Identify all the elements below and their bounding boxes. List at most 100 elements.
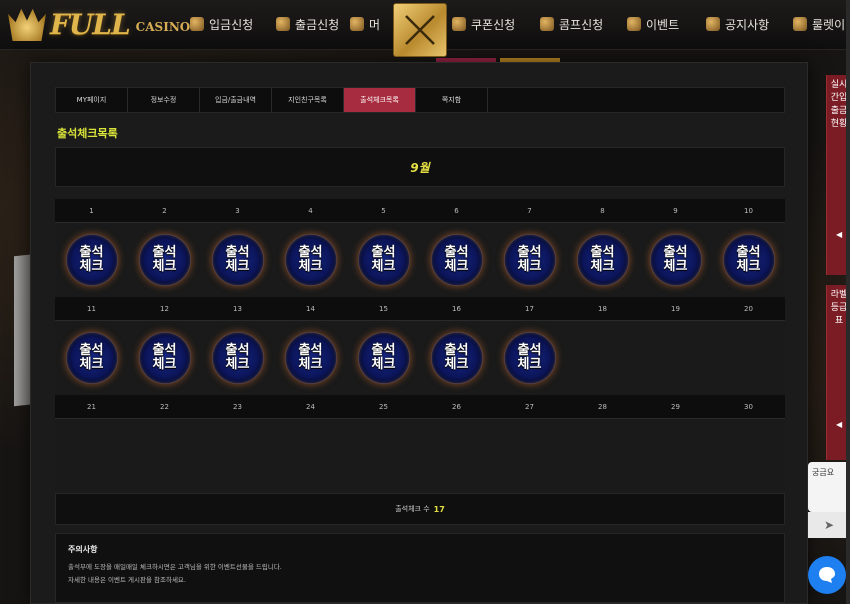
attendance-stamp-icon: 출석체크	[357, 332, 410, 384]
notice-icon	[706, 17, 720, 31]
attendance-stamp-icon: 출석체크	[284, 234, 337, 286]
calendar-day-cell: 출석체크	[493, 223, 566, 297]
tab-2[interactable]: 입금/출금내역	[200, 88, 272, 112]
calendar-day-cell: 출석체크	[347, 321, 420, 395]
calendar-stamp-row	[55, 419, 785, 489]
money-icon	[350, 17, 364, 31]
chat-launcher-button[interactable]	[808, 556, 846, 594]
tab-1[interactable]: 정보수정	[128, 88, 200, 112]
calendar-day-number: 17	[493, 297, 566, 321]
calendar-day-cell: 출석체크	[201, 223, 274, 297]
calendar-day-cell	[639, 321, 712, 395]
nav-item-3[interactable]: 쿠폰신청	[452, 0, 515, 48]
mypage-panel: MY페이지 정보수정 입금/출금내역 지인친구목록 출석체크목록 쪽지함 출석체크목록 9…	[30, 62, 808, 604]
calendar-day-number: 23	[201, 395, 274, 419]
calendar-day-number: 20	[712, 297, 785, 321]
attendance-stamp-label: 출석체크	[371, 245, 396, 274]
nav-item-4[interactable]: 콤프신청	[540, 0, 603, 48]
attendance-stamp-label: 출석체크	[225, 245, 250, 274]
nav-item-0[interactable]: 입금신청	[190, 0, 253, 48]
nav-item-7[interactable]: 룰렛이벤트	[793, 0, 850, 48]
nav-item-1[interactable]: 출금신청	[276, 0, 339, 48]
attendance-stamp-icon: 출석체크	[211, 332, 264, 384]
tab-4[interactable]: 출석체크목록	[344, 88, 416, 112]
attendance-stamp-label: 출석체크	[79, 343, 104, 372]
tab-3[interactable]: 지인친구목록	[272, 88, 344, 112]
calendar-day-row: 11 12 13 14 15 16 17 18 19 20	[55, 297, 785, 321]
side-banner-arrow-icon: ◀	[836, 230, 843, 239]
calendar-day-cell: 출석체크	[201, 321, 274, 395]
calendar-day-cell: 출석체크	[128, 223, 201, 297]
attendance-stamp-label: 출석체크	[298, 245, 323, 274]
chat-preview-text: 궁금요	[812, 468, 835, 477]
attendance-stamp-label: 출석체크	[444, 245, 469, 274]
calendar-day-row: 21 22 23 24 25 26 27 28 29 30	[55, 395, 785, 419]
attendance-stamp-icon: 출석체크	[211, 234, 264, 286]
deposit-icon	[190, 17, 204, 31]
calendar-day-cell	[347, 419, 420, 489]
calendar-day-cell: 출석체크	[55, 321, 128, 395]
calendar-day-number: 19	[639, 297, 712, 321]
coupon-icon	[452, 17, 466, 31]
attendance-stamp-icon: 출석체크	[649, 234, 702, 286]
attendance-stamp-icon: 출석체크	[65, 332, 118, 384]
logo-text: FULL	[50, 7, 131, 41]
site-logo[interactable]: FULL CASINO	[8, 7, 190, 41]
calendar-stamp-row: 출석체크 출석체크 출석체크 출석체크 출석체크 출석체크 출석체크	[55, 321, 785, 395]
calendar-day-number: 6	[420, 199, 493, 223]
calendar-day-number: 4	[274, 199, 347, 223]
attendance-stamp-label: 출석체크	[517, 343, 542, 372]
comp-icon	[540, 17, 554, 31]
close-button[interactable]	[393, 3, 447, 57]
withdraw-icon	[276, 17, 290, 31]
calendar-day-cell	[274, 419, 347, 489]
calendar-day-number: 18	[566, 297, 639, 321]
attendance-stamp-label: 출석체크	[152, 245, 177, 274]
calendar-day-number: 30	[712, 395, 785, 419]
calendar-day-cell	[493, 419, 566, 489]
nav-item-2[interactable]: 머	[350, 0, 380, 48]
chat-bubble-icon	[819, 567, 835, 583]
nav-item-5[interactable]: 이벤트	[627, 0, 679, 48]
attendance-stamp-icon: 출석체크	[65, 234, 118, 286]
calendar-day-cell: 출석체크	[420, 223, 493, 297]
calendar-day-number: 3	[201, 199, 274, 223]
calendar-day-cell: 출석체크	[712, 223, 785, 297]
nav-item-6[interactable]: 공지사항	[706, 0, 769, 48]
calendar-day-number: 21	[55, 395, 128, 419]
close-icon	[405, 15, 435, 45]
notice-line: 자세한 내용은 이벤트 게시판을 참조하세요.	[68, 576, 186, 584]
attendance-stamp-label: 출석체크	[663, 245, 688, 274]
nav-item-label: 쿠폰신청	[471, 17, 516, 32]
attendance-stamp-icon: 출석체크	[284, 332, 337, 384]
send-button[interactable]: ➤	[808, 512, 850, 538]
attendance-stamp-icon: 출석체크	[430, 234, 483, 286]
calendar-day-cell: 출석체크	[128, 321, 201, 395]
calendar-day-number: 27	[493, 395, 566, 419]
tab-5[interactable]: 쪽지함	[416, 88, 488, 112]
side-banner-arrow-icon: ◀	[836, 420, 843, 429]
calendar-day-cell	[566, 419, 639, 489]
attendance-stamp-label: 출석체크	[298, 343, 323, 372]
attendance-stamp-label: 출석체크	[736, 245, 761, 274]
calendar-day-cell	[712, 419, 785, 489]
calendar-day-cell: 출석체크	[274, 321, 347, 395]
mypage-tabs: MY페이지 정보수정 입금/출금내역 지인친구목록 출석체크목록 쪽지함	[55, 87, 785, 113]
chat-preview[interactable]: 궁금요	[808, 462, 850, 512]
calendar-day-cell	[420, 419, 493, 489]
notice-box: 주의사항 출석부에 도장을 매일매일 체크하시면은 고객님을 위한 이벤트선물을…	[55, 533, 785, 603]
attendance-stamp-icon: 출석체크	[576, 234, 629, 286]
calendar-day-number: 26	[420, 395, 493, 419]
page-scrollbar[interactable]	[846, 0, 850, 604]
tab-0[interactable]: MY페이지	[56, 88, 128, 112]
notice-title: 주의사항	[68, 545, 98, 554]
attendance-count-label: 출석체크 수	[395, 505, 430, 513]
roulette-icon	[793, 17, 807, 31]
calendar-day-cell: 출석체크	[274, 223, 347, 297]
calendar-day-cell	[712, 321, 785, 395]
calendar-day-number: 7	[493, 199, 566, 223]
logo-subtext: CASINO	[135, 20, 191, 34]
month-label: 9월	[410, 160, 430, 175]
attendance-stamp-icon: 출석체크	[138, 332, 191, 384]
calendar-day-row: 1 2 3 4 5 6 7 8 9 10	[55, 199, 785, 223]
